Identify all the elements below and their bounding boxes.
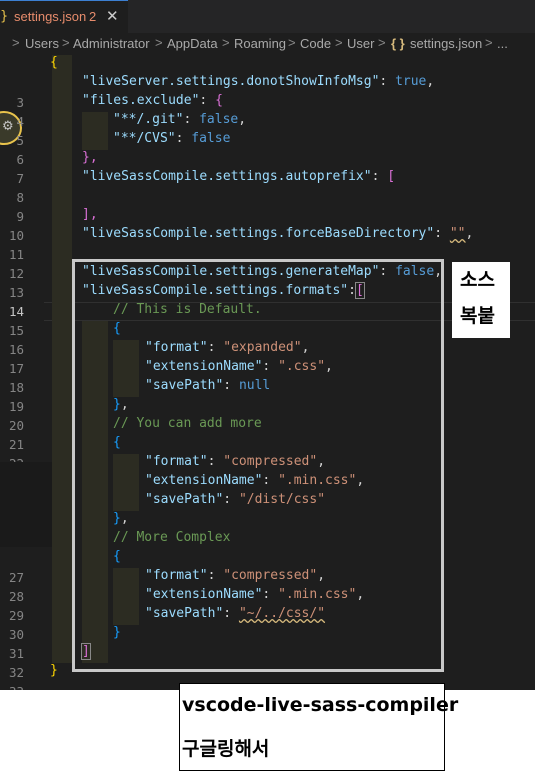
code-line: ], xyxy=(82,207,98,222)
tab-bar: } settings.json 2 ✕ xyxy=(0,0,535,33)
chevron-right-icon: > xyxy=(485,35,493,50)
tab-settings-json[interactable]: } settings.json 2 ✕ xyxy=(0,0,128,33)
chevron-right-icon: > xyxy=(62,35,70,50)
code-line: { xyxy=(50,55,58,70)
code-line: "liveServer.settings.donotShowInfoMsg": … xyxy=(82,74,435,89)
breadcrumb: > Users > Administrator > AppData > Roam… xyxy=(0,33,535,55)
annotation-text: 복붙 xyxy=(460,305,495,327)
chevron-right-icon: > xyxy=(335,35,343,50)
annotation-text: 소스 xyxy=(460,269,495,291)
highlight-box xyxy=(72,259,444,672)
problem-count-badge: 2 xyxy=(89,9,97,24)
code-line: "files.exclude": { xyxy=(82,93,223,108)
editor-window: } settings.json 2 ✕ > Users > Administra… xyxy=(0,0,535,690)
breadcrumb-ellipsis[interactable]: ... xyxy=(497,36,508,51)
indent-guide-shade xyxy=(52,55,72,663)
close-icon[interactable]: ✕ xyxy=(106,7,119,25)
code-line: "liveSassCompile.settings.forceBaseDirec… xyxy=(82,226,474,241)
breadcrumb-item-code[interactable]: Code xyxy=(300,36,331,51)
chevron-right-icon: > xyxy=(378,35,386,50)
annotation-text: vscode-live-sass-compiler xyxy=(182,694,459,716)
annotation-google-search: vscode-live-sass-compiler 구글링해서 xyxy=(179,683,458,771)
json-braces-icon: } xyxy=(0,9,9,24)
annotation-copy-paste: 소스 복붙 xyxy=(452,262,510,338)
code-line: "liveSassCompile.settings.autoprefix": [ xyxy=(82,169,396,184)
chevron-right-icon: > xyxy=(288,35,296,50)
chevron-right-icon: > xyxy=(155,35,163,50)
indent-guide-shade xyxy=(82,112,108,150)
code-line: "**/.git": false, xyxy=(113,112,247,127)
chevron-right-icon: > xyxy=(12,35,20,50)
breadcrumb-item-appdata[interactable]: AppData xyxy=(167,36,218,51)
code-line: }, xyxy=(82,150,98,165)
code-line: "**/CVS": false xyxy=(113,131,231,146)
json-file-icon: { } xyxy=(391,36,405,51)
breadcrumb-item-roaming[interactable]: Roaming xyxy=(234,36,286,51)
tab-label: settings.json xyxy=(14,9,87,24)
breadcrumb-item-users[interactable]: Users xyxy=(25,36,59,51)
chevron-right-icon: > xyxy=(222,35,230,50)
breadcrumb-item-administrator[interactable]: Administrator xyxy=(73,36,150,51)
code-line: } xyxy=(50,663,58,678)
breadcrumb-item-settings-json[interactable]: settings.json xyxy=(410,36,482,51)
breadcrumb-item-user[interactable]: User xyxy=(347,36,374,51)
annotation-text: 구글링해서 xyxy=(182,738,270,760)
